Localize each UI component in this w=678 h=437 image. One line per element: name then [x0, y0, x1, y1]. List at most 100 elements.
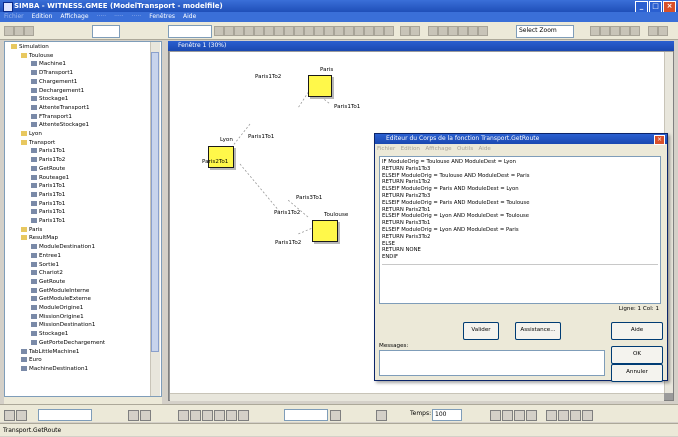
tool-20-icon[interactable]	[600, 26, 610, 36]
tree-item[interactable]: Entree1	[31, 252, 61, 260]
tool-12-icon[interactable]	[324, 26, 334, 36]
tool-8-icon[interactable]	[284, 26, 294, 36]
tree-expand-icon[interactable]	[140, 410, 151, 421]
tree-item[interactable]: GetPorteDechargement	[31, 339, 105, 347]
pause-control-icon[interactable]	[214, 410, 225, 421]
editor-menu-affichage[interactable]: Affichage	[425, 146, 451, 152]
tool-10-icon[interactable]	[304, 26, 314, 36]
code-editor[interactable]: IF ModuleOrig = Toulouse AND ModuleDest …	[379, 156, 661, 304]
editor-menu-edition[interactable]: Edition	[401, 146, 420, 152]
status-tool-3-icon[interactable]	[514, 410, 525, 421]
menu-fichier[interactable]: Fichier	[4, 12, 24, 22]
tree-item[interactable]: ResultMap	[21, 235, 58, 242]
toolbar-combo-1[interactable]	[92, 25, 120, 38]
tool-6-icon[interactable]	[264, 26, 274, 36]
status-tool-6-icon[interactable]	[558, 410, 569, 421]
assistant-button[interactable]: Assistance...	[515, 322, 561, 340]
editor-menu-fichier[interactable]: Fichier	[377, 146, 395, 152]
stop-control-icon[interactable]	[238, 410, 249, 421]
tree-item[interactable]: GetModuleInterne	[31, 287, 89, 295]
tool-1-icon[interactable]	[214, 26, 224, 36]
tree-item[interactable]: GetModuleExterne	[31, 296, 91, 303]
tree-item[interactable]: MachineDestination1	[21, 365, 88, 373]
tool-7-icon[interactable]	[274, 26, 284, 36]
tree-nav-icon[interactable]	[4, 410, 15, 421]
speed-slider-icon[interactable]	[330, 410, 341, 421]
validate-button[interactable]: Valider	[463, 322, 499, 340]
tree-nav-2-icon[interactable]	[16, 410, 27, 421]
time-icon[interactable]	[376, 410, 387, 421]
save-icon[interactable]	[24, 26, 34, 36]
tree-item[interactable]: Paris	[21, 226, 42, 234]
tool-16-icon[interactable]	[364, 26, 374, 36]
tool-22-icon[interactable]	[620, 26, 630, 36]
next-control-icon[interactable]	[226, 410, 237, 421]
tree-item[interactable]: Sortie1	[31, 261, 59, 269]
status-tool-7-icon[interactable]	[570, 410, 581, 421]
tool-18-icon[interactable]	[384, 26, 394, 36]
pause-icon[interactable]	[458, 26, 468, 36]
tree-item[interactable]: Euro	[21, 357, 42, 364]
tree-item[interactable]: FTransport1	[31, 113, 72, 121]
tree-item[interactable]: Paris1To2	[31, 157, 65, 164]
tree-item[interactable]: Paris1To1	[31, 183, 65, 190]
status-tool-1-icon[interactable]	[490, 410, 501, 421]
cancel-button[interactable]: Annuler	[611, 364, 663, 382]
time-value-field[interactable]: 100	[432, 409, 462, 421]
tool-4-icon[interactable]	[244, 26, 254, 36]
tool-19-icon[interactable]	[590, 26, 600, 36]
speed-field[interactable]	[284, 409, 328, 421]
tree-item[interactable]: Machine1	[31, 61, 66, 68]
editor-menu-outils[interactable]: Outils	[457, 146, 473, 152]
toolbar-combo-2[interactable]	[168, 25, 212, 38]
forward-icon[interactable]	[478, 26, 488, 36]
node-toulouse[interactable]	[312, 220, 338, 242]
menu-aide[interactable]: Aide	[183, 12, 196, 22]
status-tool-2-icon[interactable]	[502, 410, 513, 421]
fenetre-titlebar[interactable]: Fenêtre 1 (30%)	[168, 41, 674, 51]
zoom-out-icon[interactable]	[410, 26, 420, 36]
run-icon[interactable]	[428, 26, 438, 36]
tool-5-icon[interactable]	[254, 26, 264, 36]
step-icon[interactable]	[438, 26, 448, 36]
tree-item[interactable]: AttenteTransport1	[31, 104, 90, 112]
tree-item[interactable]: DTransport1	[31, 70, 73, 77]
tool-9-icon[interactable]	[294, 26, 304, 36]
tree-item[interactable]: Routeage1	[31, 174, 69, 182]
tool-21-icon[interactable]	[610, 26, 620, 36]
tree-item[interactable]: Paris1To1	[31, 209, 65, 216]
tree-item[interactable]: Simulation	[11, 44, 49, 51]
messages-area[interactable]	[379, 350, 605, 376]
rewind-control-icon[interactable]	[178, 410, 189, 421]
menu-affichage[interactable]: Affichage	[60, 12, 88, 22]
new-icon[interactable]	[4, 26, 14, 36]
tree-item[interactable]: Paris1To1	[31, 191, 65, 199]
stop-icon[interactable]	[448, 26, 458, 36]
editor-titlebar[interactable]: Editeur du Corps de la fonction Transpor…	[375, 134, 667, 145]
tree-item[interactable]: Toulouse	[21, 52, 53, 60]
editor-menu-aide[interactable]: Aide	[478, 146, 490, 152]
node-paris[interactable]	[308, 75, 332, 97]
tool-15-icon[interactable]	[354, 26, 364, 36]
tree-item[interactable]: Paris1To1	[31, 218, 65, 225]
tree-item[interactable]: Stockage1	[31, 331, 68, 338]
tool-24-icon[interactable]	[648, 26, 658, 36]
tool-13-icon[interactable]	[334, 26, 344, 36]
canvas-hscrollbar[interactable]	[170, 393, 664, 401]
tree-item[interactable]: Chariot2	[31, 270, 63, 277]
open-icon[interactable]	[14, 26, 24, 36]
tool-2-icon[interactable]	[224, 26, 234, 36]
tree-collapse-icon[interactable]	[128, 410, 139, 421]
tree-search-input[interactable]	[38, 409, 92, 421]
zoom-select[interactable]: Select Zoom	[516, 25, 574, 38]
tree-item[interactable]: Chargement1	[31, 78, 77, 86]
tool-17-icon[interactable]	[374, 26, 384, 36]
tool-3-icon[interactable]	[234, 26, 244, 36]
tree-item[interactable]: MissionDestination1	[31, 322, 95, 329]
tree-scroll-thumb[interactable]	[151, 52, 159, 352]
model-tree[interactable]: Simulation Toulouse Machine1 DTransport1 Cha…	[4, 41, 162, 397]
tree-item[interactable]: MissionOrigine1	[31, 313, 84, 321]
tree-item[interactable]: Paris1To1	[31, 148, 65, 155]
zoom-in-icon[interactable]	[400, 26, 410, 36]
tree-item[interactable]: ModuleOrigine1	[31, 305, 83, 312]
